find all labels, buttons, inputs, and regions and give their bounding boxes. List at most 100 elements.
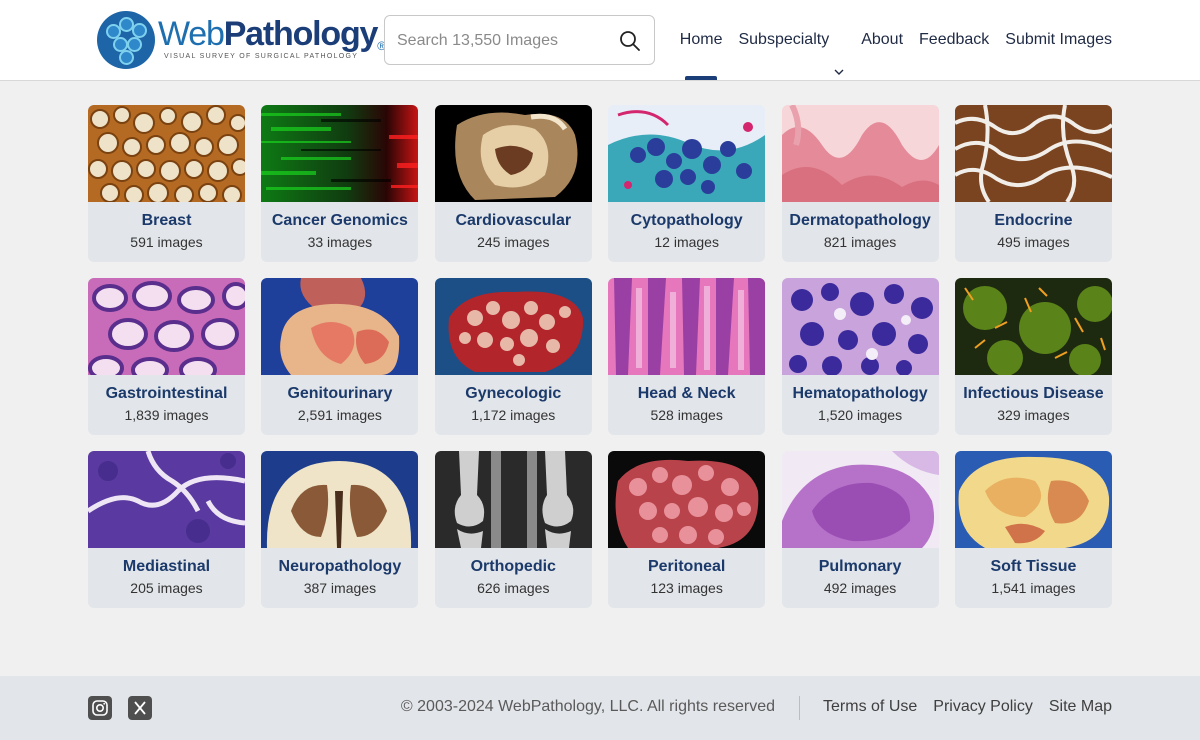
- logo-tagline: VISUAL SURVEY OF SURGICAL PATHOLOGY: [164, 53, 359, 60]
- neuropathology-thumbnail: [261, 451, 419, 548]
- category-card-pulmonary[interactable]: Pulmonary 492 images: [781, 451, 939, 608]
- dermatopathology-thumbnail: [781, 105, 939, 202]
- category-title: Breast: [141, 212, 192, 229]
- terms-link[interactable]: Terms of Use: [823, 698, 917, 716]
- footer-divider: [799, 696, 800, 720]
- category-title: Dermatopathology: [789, 212, 931, 229]
- logo-wordmark: WebPathology®: [158, 15, 386, 53]
- category-count: 123 images: [650, 580, 723, 596]
- nav-subspecialty-label: Subspecialty: [738, 31, 830, 48]
- nav-about-label: About: [861, 31, 904, 48]
- category-title: Cardiovascular: [455, 212, 572, 229]
- card-body: Peritoneal 123 images: [608, 548, 765, 608]
- card-body: Endocrine 495 images: [955, 202, 1112, 262]
- category-count: 821 images: [823, 234, 897, 250]
- category-card-genitourinary[interactable]: Genitourinary 2,591 images: [261, 278, 419, 435]
- category-title: Infectious Disease: [963, 385, 1104, 402]
- category-count: 245 images: [477, 234, 550, 250]
- card-body: Neuropathology 387 images: [261, 548, 418, 608]
- category-card-cancer-genomics[interactable]: Cancer Genomics 33 images: [261, 105, 419, 262]
- category-card-neuropathology[interactable]: Neuropathology 387 images: [261, 451, 419, 608]
- hematopathology-thumbnail: [781, 278, 939, 375]
- category-card-endocrine[interactable]: Endocrine 495 images: [954, 105, 1112, 262]
- card-body: Cytopathology 12 images: [608, 202, 765, 262]
- category-card-infectious-disease[interactable]: Infectious Disease 329 images: [954, 278, 1112, 435]
- chevron-down-icon: [833, 34, 845, 75]
- category-title: Pulmonary: [818, 558, 902, 575]
- category-count: 12 images: [654, 234, 719, 250]
- mediastinal-thumbnail: [88, 451, 245, 548]
- sitemap-link[interactable]: Site Map: [1049, 698, 1112, 716]
- category-count: 1,541 images: [991, 580, 1076, 596]
- category-card-dermatopathology[interactable]: Dermatopathology 821 images: [781, 105, 939, 262]
- card-body: Orthopedic 626 images: [435, 548, 592, 608]
- category-count: 387 images: [303, 580, 377, 596]
- privacy-link[interactable]: Privacy Policy: [933, 698, 1033, 716]
- gynecologic-thumbnail: [434, 278, 592, 375]
- nav-feedback-label: Feedback: [919, 31, 990, 48]
- category-card-hematopathology[interactable]: Hematopathology 1,520 images: [781, 278, 939, 435]
- category-count: 2,591 images: [297, 407, 382, 423]
- category-card-gastrointestinal[interactable]: Gastrointestinal 1,839 images: [88, 278, 245, 435]
- category-count: 205 images: [130, 580, 203, 596]
- category-card-cardiovascular[interactable]: Cardiovascular 245 images: [434, 105, 592, 262]
- category-title: Hematopathology: [792, 385, 928, 402]
- card-body: Pulmonary 492 images: [782, 548, 939, 608]
- card-body: Gynecologic 1,172 images: [435, 375, 592, 435]
- category-title: Orthopedic: [470, 558, 556, 575]
- infectious-disease-thumbnail: [954, 278, 1112, 375]
- card-body: Soft Tissue 1,541 images: [955, 548, 1112, 608]
- instagram-icon[interactable]: [88, 696, 112, 720]
- category-count: 591 images: [130, 234, 203, 250]
- search-input[interactable]: [397, 28, 607, 54]
- card-body: Hematopathology 1,520 images: [782, 375, 939, 435]
- category-card-soft-tissue[interactable]: Soft Tissue 1,541 images: [954, 451, 1112, 608]
- cancer-genomics-thumbnail: [261, 105, 419, 202]
- card-body: Breast 591 images: [88, 202, 245, 262]
- site-header: WebPathology® VISUAL SURVEY OF SURGICAL …: [0, 0, 1200, 81]
- cytopathology-thumbnail: [608, 105, 766, 202]
- logo-cells-icon: [97, 11, 155, 69]
- category-title: Soft Tissue: [990, 558, 1077, 575]
- site-logo[interactable]: WebPathology® VISUAL SURVEY OF SURGICAL …: [97, 11, 386, 69]
- category-card-head-and-neck[interactable]: Head & Neck 528 images: [608, 278, 766, 435]
- cardiovascular-thumbnail: [434, 105, 592, 202]
- pulmonary-thumbnail: [781, 451, 939, 548]
- category-title: Endocrine: [994, 212, 1073, 229]
- nav-subspecialty[interactable]: Subspecialty: [738, 0, 845, 80]
- card-body: Cancer Genomics 33 images: [261, 202, 418, 262]
- category-card-cytopathology[interactable]: Cytopathology 12 images: [608, 105, 766, 262]
- card-body: Head & Neck 528 images: [608, 375, 765, 435]
- search-box: [384, 15, 655, 65]
- nav-submit-images[interactable]: Submit Images: [1005, 0, 1112, 80]
- category-card-breast[interactable]: Breast 591 images: [88, 105, 245, 262]
- card-body: Dermatopathology 821 images: [782, 202, 939, 262]
- category-title: Neuropathology: [278, 558, 402, 575]
- category-card-gynecologic[interactable]: Gynecologic 1,172 images: [434, 278, 592, 435]
- category-card-orthopedic[interactable]: Orthopedic 626 images: [434, 451, 592, 608]
- genitourinary-thumbnail: [261, 278, 419, 375]
- main-nav: Home Subspecialty About Feedback Submit …: [680, 0, 1112, 80]
- category-card-mediastinal[interactable]: Mediastinal 205 images: [88, 451, 245, 608]
- card-body: Mediastinal 205 images: [88, 548, 245, 608]
- nav-feedback[interactable]: Feedback: [919, 0, 989, 80]
- category-title: Genitourinary: [287, 385, 393, 402]
- nav-submit-label: Submit Images: [1005, 31, 1112, 48]
- category-card-peritoneal[interactable]: Peritoneal 123 images: [608, 451, 766, 608]
- category-count: 33 images: [307, 234, 373, 250]
- x-icon[interactable]: [128, 696, 152, 720]
- search-icon[interactable]: [618, 29, 642, 53]
- card-body: Infectious Disease 329 images: [955, 375, 1112, 435]
- subspecialty-grid: Breast 591 images Cancer Genomics 33 ima…: [88, 105, 1112, 608]
- copyright-text: © 2003-2024 WebPathology, LLC. All right…: [400, 698, 775, 715]
- category-title: Gastrointestinal: [105, 385, 228, 402]
- category-title: Peritoneal: [647, 558, 726, 575]
- category-count: 329 images: [997, 407, 1070, 423]
- category-title: Gynecologic: [465, 385, 562, 402]
- nav-about[interactable]: About: [861, 0, 903, 80]
- category-title: Cytopathology: [630, 212, 743, 229]
- category-count: 1,839 images: [124, 407, 209, 423]
- category-count: 1,172 images: [471, 407, 556, 423]
- nav-home[interactable]: Home: [680, 0, 722, 80]
- category-title: Mediastinal: [122, 558, 211, 575]
